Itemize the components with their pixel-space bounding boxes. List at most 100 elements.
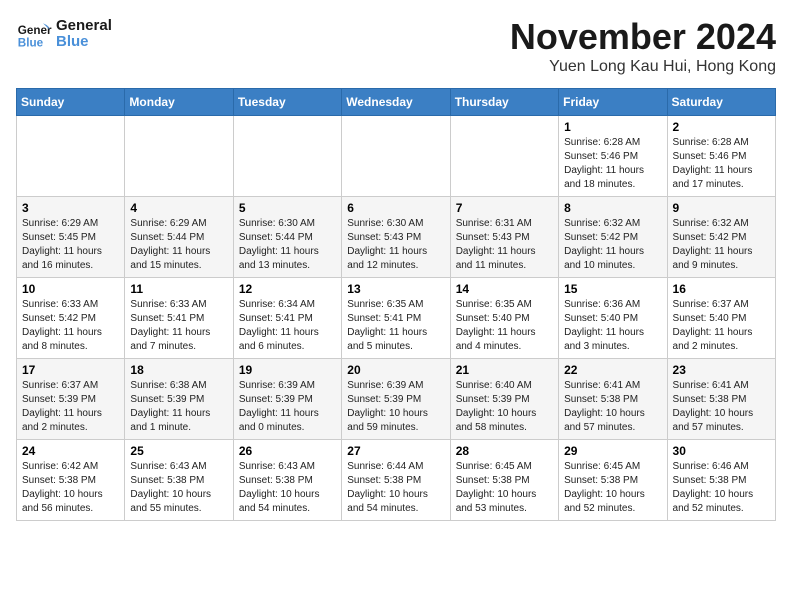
day-number: 21 [456,363,553,377]
day-cell: 16 Sunrise: 6:37 AM Sunset: 5:40 PM Dayli… [667,278,775,359]
day-cell [125,116,233,197]
day-info: Sunrise: 6:32 AM Sunset: 5:42 PM Dayligh… [564,217,661,273]
day-cell: 18 Sunrise: 6:38 AM Sunset: 5:39 PM Dayli… [125,359,233,440]
day-cell [17,116,125,197]
day-number: 2 [673,120,770,134]
day-cell: 8 Sunrise: 6:32 AM Sunset: 5:42 PM Daylig… [559,197,667,278]
day-number: 28 [456,444,553,458]
day-info: Sunrise: 6:31 AM Sunset: 5:43 PM Dayligh… [456,217,553,273]
day-cell: 23 Sunrise: 6:41 AM Sunset: 5:38 PM Dayli… [667,359,775,440]
day-cell: 22 Sunrise: 6:41 AM Sunset: 5:38 PM Dayli… [559,359,667,440]
day-info: Sunrise: 6:29 AM Sunset: 5:45 PM Dayligh… [22,217,119,273]
week-row-3: 10 Sunrise: 6:33 AM Sunset: 5:42 PM Dayli… [17,278,776,359]
day-number: 12 [239,282,336,296]
weekday-header-friday: Friday [559,89,667,116]
day-number: 23 [673,363,770,377]
logo: General Blue General Blue [16,16,112,52]
day-number: 9 [673,201,770,215]
month-title: November 2024 [510,16,776,58]
day-info: Sunrise: 6:43 AM Sunset: 5:38 PM Dayligh… [130,460,227,516]
day-cell: 21 Sunrise: 6:40 AM Sunset: 5:39 PM Dayli… [450,359,558,440]
weekday-header-sunday: Sunday [17,89,125,116]
day-number: 13 [347,282,444,296]
day-cell: 5 Sunrise: 6:30 AM Sunset: 5:44 PM Daylig… [233,197,341,278]
day-info: Sunrise: 6:28 AM Sunset: 5:46 PM Dayligh… [564,136,661,192]
day-cell: 3 Sunrise: 6:29 AM Sunset: 5:45 PM Daylig… [17,197,125,278]
day-info: Sunrise: 6:37 AM Sunset: 5:40 PM Dayligh… [673,298,770,354]
day-number: 1 [564,120,661,134]
weekday-header-thursday: Thursday [450,89,558,116]
day-info: Sunrise: 6:35 AM Sunset: 5:40 PM Dayligh… [456,298,553,354]
day-cell: 25 Sunrise: 6:43 AM Sunset: 5:38 PM Dayli… [125,440,233,521]
day-cell: 6Sunrise: 6:30 AM Sunset: 5:43 PM Daylig… [342,197,450,278]
day-info: Sunrise: 6:33 AM Sunset: 5:42 PM Dayligh… [22,298,119,354]
logo-icon: General Blue [16,16,52,52]
day-number: 25 [130,444,227,458]
week-row-4: 17 Sunrise: 6:37 AM Sunset: 5:39 PM Dayli… [17,359,776,440]
day-info: Sunrise: 6:41 AM Sunset: 5:38 PM Dayligh… [673,379,770,435]
day-number: 29 [564,444,661,458]
day-number: 3 [22,201,119,215]
day-info: Sunrise: 6:34 AM Sunset: 5:41 PM Dayligh… [239,298,336,354]
day-number: 27 [347,444,444,458]
day-number: 8 [564,201,661,215]
day-cell: 14Sunrise: 6:35 AM Sunset: 5:40 PM Dayli… [450,278,558,359]
day-cell: 12 Sunrise: 6:34 AM Sunset: 5:41 PM Dayli… [233,278,341,359]
day-info: Sunrise: 6:41 AM Sunset: 5:38 PM Dayligh… [564,379,661,435]
day-number: 4 [130,201,227,215]
location-subtitle: Yuen Long Kau Hui, Hong Kong [510,58,776,76]
day-cell: 10 Sunrise: 6:33 AM Sunset: 5:42 PM Dayli… [17,278,125,359]
day-info: Sunrise: 6:30 AM Sunset: 5:44 PM Dayligh… [239,217,336,273]
day-number: 24 [22,444,119,458]
day-info: Sunrise: 6:45 AM Sunset: 5:38 PM Dayligh… [564,460,661,516]
day-number: 5 [239,201,336,215]
day-info: Sunrise: 6:39 AM Sunset: 5:39 PM Dayligh… [239,379,336,435]
day-info: Sunrise: 6:37 AM Sunset: 5:39 PM Dayligh… [22,379,119,435]
weekday-header-row: SundayMondayTuesdayWednesdayThursdayFrid… [17,89,776,116]
day-cell: 7 Sunrise: 6:31 AM Sunset: 5:43 PM Daylig… [450,197,558,278]
day-info: Sunrise: 6:45 AM Sunset: 5:38 PM Dayligh… [456,460,553,516]
day-cell: 20 Sunrise: 6:39 AM Sunset: 5:39 PM Dayli… [342,359,450,440]
day-info: Sunrise: 6:46 AM Sunset: 5:38 PM Dayligh… [673,460,770,516]
day-cell: 4 Sunrise: 6:29 AM Sunset: 5:44 PM Daylig… [125,197,233,278]
day-info: Sunrise: 6:42 AM Sunset: 5:38 PM Dayligh… [22,460,119,516]
day-cell: 11 Sunrise: 6:33 AM Sunset: 5:41 PM Dayli… [125,278,233,359]
day-cell: 17 Sunrise: 6:37 AM Sunset: 5:39 PM Dayli… [17,359,125,440]
day-number: 20 [347,363,444,377]
day-cell: 13Sunrise: 6:35 AM Sunset: 5:41 PM Dayli… [342,278,450,359]
day-info: Sunrise: 6:29 AM Sunset: 5:44 PM Dayligh… [130,217,227,273]
calendar-table: SundayMondayTuesdayWednesdayThursdayFrid… [16,88,776,521]
logo-line2: Blue [56,34,112,51]
day-info: Sunrise: 6:28 AM Sunset: 5:46 PM Dayligh… [673,136,770,192]
weekday-header-monday: Monday [125,89,233,116]
day-info: Sunrise: 6:39 AM Sunset: 5:39 PM Dayligh… [347,379,444,435]
day-cell [233,116,341,197]
weekday-header-tuesday: Tuesday [233,89,341,116]
day-number: 10 [22,282,119,296]
day-number: 22 [564,363,661,377]
day-cell: 1 Sunrise: 6:28 AM Sunset: 5:46 PM Daylig… [559,116,667,197]
day-number: 11 [130,282,227,296]
day-info: Sunrise: 6:40 AM Sunset: 5:39 PM Dayligh… [456,379,553,435]
day-number: 17 [22,363,119,377]
day-number: 15 [564,282,661,296]
day-cell [450,116,558,197]
svg-text:Blue: Blue [18,37,44,50]
day-info: Sunrise: 6:38 AM Sunset: 5:39 PM Dayligh… [130,379,227,435]
header: General Blue General Blue November 2024 … [16,16,776,76]
day-number: 18 [130,363,227,377]
day-cell: 29 Sunrise: 6:45 AM Sunset: 5:38 PM Dayli… [559,440,667,521]
day-number: 30 [673,444,770,458]
day-number: 16 [673,282,770,296]
day-info: Sunrise: 6:32 AM Sunset: 5:42 PM Dayligh… [673,217,770,273]
day-cell [342,116,450,197]
day-cell: 26 Sunrise: 6:43 AM Sunset: 5:38 PM Dayli… [233,440,341,521]
day-number: 7 [456,201,553,215]
week-row-5: 24 Sunrise: 6:42 AM Sunset: 5:38 PM Dayli… [17,440,776,521]
day-cell: 15Sunrise: 6:36 AM Sunset: 5:40 PM Dayli… [559,278,667,359]
week-row-2: 3 Sunrise: 6:29 AM Sunset: 5:45 PM Daylig… [17,197,776,278]
day-info: Sunrise: 6:33 AM Sunset: 5:41 PM Dayligh… [130,298,227,354]
week-row-1: 1 Sunrise: 6:28 AM Sunset: 5:46 PM Daylig… [17,116,776,197]
day-number: 26 [239,444,336,458]
day-info: Sunrise: 6:43 AM Sunset: 5:38 PM Dayligh… [239,460,336,516]
